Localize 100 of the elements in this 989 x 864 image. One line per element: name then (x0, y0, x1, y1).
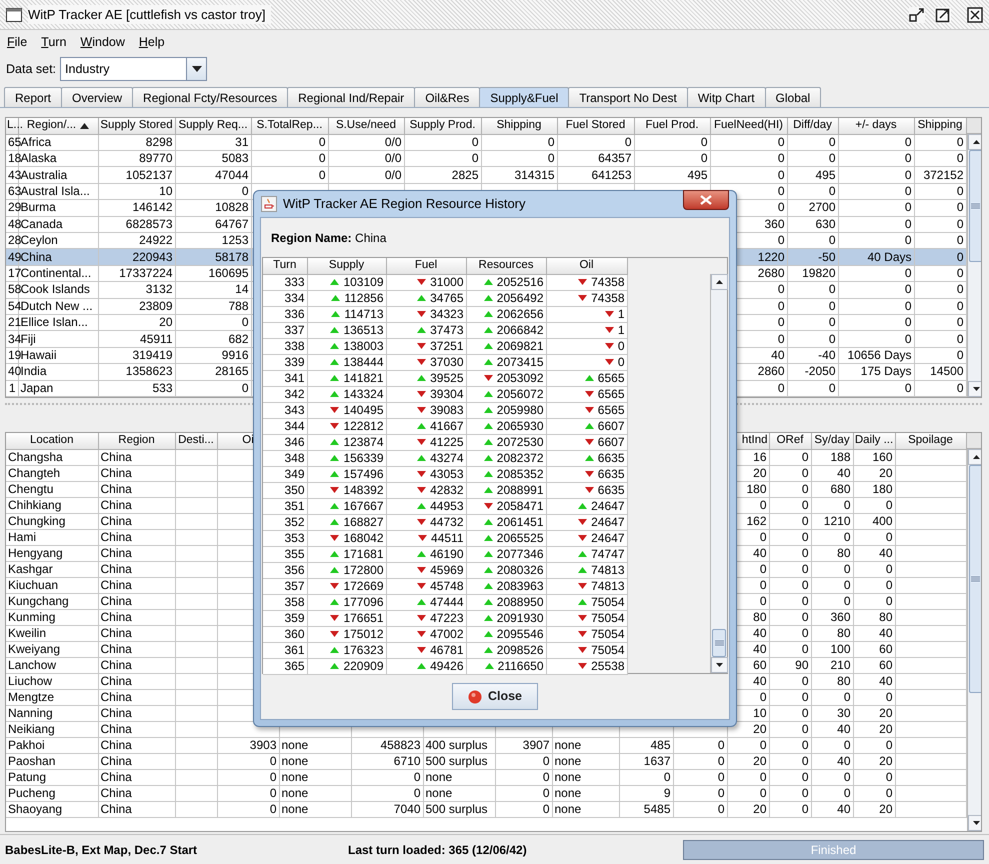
down-arrow-icon[interactable] (968, 815, 981, 831)
scrollbar-thumb[interactable] (968, 465, 981, 693)
table-cell: 39304 (386, 386, 466, 402)
column-header[interactable]: Spoilage (895, 433, 966, 449)
column-header[interactable]: Diff/day (787, 118, 838, 134)
table-cell: Kweilin (6, 625, 98, 641)
table-cell: China (98, 561, 175, 577)
table-cell: 2116650 (466, 658, 546, 674)
column-header[interactable]: FuelNeed(HI) (710, 118, 787, 134)
table-row[interactable]: 65Africa 8298 31 0 0/0 0 0 0 0 0 0 0 0 (6, 134, 966, 150)
column-header[interactable]: Supply Req... (175, 118, 251, 134)
table-cell: 176323 (307, 642, 386, 658)
table-cell: 136513 (307, 322, 386, 338)
column-header[interactable]: ORef (769, 433, 811, 449)
table-cell (895, 785, 966, 801)
column-header[interactable]: Region/... (18, 118, 98, 134)
column-header[interactable]: Desti... (175, 433, 217, 449)
column-header[interactable]: Supply Prod. (404, 118, 481, 134)
table-cell: 0 (251, 166, 328, 184)
tab[interactable]: Regional Fcty/Resources (132, 87, 288, 107)
table-cell: none (279, 769, 351, 785)
column-header[interactable]: Location (6, 433, 98, 449)
tab[interactable]: Supply&Fuel (479, 87, 570, 107)
column-header[interactable]: Sy/day (811, 433, 853, 449)
sort-ascending-icon (80, 122, 90, 129)
table-cell: 20 (853, 465, 895, 481)
table-cell: 630 (787, 216, 838, 232)
down-arrow-icon[interactable] (968, 381, 981, 397)
up-arrow-icon[interactable] (968, 134, 981, 150)
tab[interactable]: Oil&Res (414, 87, 480, 107)
column-header[interactable]: Shipping (914, 118, 966, 134)
tab[interactable]: Report (4, 87, 62, 107)
dataset-dropdown[interactable]: Industry (60, 57, 208, 81)
table-cell: 6635 (546, 482, 627, 498)
column-header[interactable]: Fuel Stored (557, 118, 634, 134)
table-cell: 49426 (386, 658, 466, 674)
column-header[interactable]: Supply (307, 258, 386, 274)
table-cell: 220943 (98, 248, 175, 266)
menu-item[interactable]: File (7, 32, 28, 52)
table-cell: 5485 (619, 801, 673, 817)
table-row[interactable]: 18Alaska 89770 5083 0 0/0 0 0 64357 0 0 0 0 0 (6, 150, 966, 167)
scrollbar[interactable] (966, 134, 981, 397)
scrollbar[interactable] (966, 449, 981, 831)
window-title: WitP Tracker AE [cuttlefish vs castor troy] (28, 4, 272, 24)
column-header[interactable]: Fuel Prod. (634, 118, 710, 134)
column-header[interactable]: Turn (263, 258, 307, 274)
column-header[interactable]: Oil (546, 258, 627, 274)
table-cell: 0 (914, 330, 966, 348)
table-cell: 357 (263, 578, 307, 594)
column-header[interactable]: +/- days (838, 118, 914, 134)
table-cell (895, 753, 966, 769)
column-header[interactable]: Shipping (481, 118, 557, 134)
table-cell: 0 (853, 561, 895, 577)
table-cell: 20 (727, 753, 769, 769)
table-cell: 2053092 (466, 370, 546, 386)
table-cell (895, 593, 966, 609)
scrollbar-thumb[interactable] (968, 150, 981, 262)
column-header[interactable]: Resources (466, 258, 546, 274)
menu-item[interactable]: Turn (41, 32, 66, 52)
tab[interactable]: Witp Chart (686, 87, 766, 107)
table-cell: 8298 (98, 134, 175, 150)
table-cell: 0 (495, 753, 552, 769)
table-cell: 3903 (217, 737, 279, 753)
tab[interactable]: Regional Ind/Repair (287, 87, 416, 107)
tab[interactable]: Transport No Dest (568, 87, 688, 107)
tab[interactable]: Global (764, 87, 822, 107)
table-cell: 495 (787, 166, 838, 184)
close-icon[interactable] (967, 6, 983, 22)
table-cell: 28165 (175, 364, 251, 380)
table-cell: China (98, 497, 175, 513)
table-cell: 30 (811, 705, 853, 721)
tab[interactable]: Overview (61, 87, 134, 107)
maximize-icon[interactable] (935, 6, 951, 22)
column-header[interactable]: Daily ... (853, 433, 895, 449)
table-cell: 349 (263, 466, 307, 482)
table-cell: Changteh (6, 465, 98, 481)
close-button[interactable]: Close (452, 683, 538, 710)
restore-icon[interactable] (909, 6, 925, 22)
column-header[interactable]: S.TotalRep... (251, 118, 328, 134)
table-cell: 0 (811, 737, 853, 753)
table-cell: 6607 (546, 434, 627, 450)
table-cell: 23809 (98, 298, 175, 314)
table-cell: 342 (263, 386, 307, 402)
table-cell: 0 (811, 561, 853, 577)
table-cell: China (98, 801, 175, 817)
scrollbar[interactable] (710, 274, 727, 673)
table-cell: -50 (787, 248, 838, 266)
column-header[interactable]: Supply Stored (98, 118, 175, 134)
column-header[interactable]: Fuel (386, 258, 466, 274)
menu-item[interactable]: Help (138, 32, 165, 52)
table-cell: 122812 (307, 418, 386, 434)
column-header[interactable]: Region (98, 433, 175, 449)
up-arrow-icon[interactable] (968, 449, 981, 465)
scrollbar-thumb[interactable] (712, 629, 726, 657)
close-button[interactable] (683, 190, 729, 210)
table-row[interactable]: 43Australia 1052137 47044 0 0/0 2825 314315 641253 495 0 495 0 372152 (6, 166, 966, 184)
table-cell: 47223 (386, 610, 466, 626)
menu-item[interactable]: Window (80, 32, 125, 52)
table-cell: 0 (481, 134, 557, 150)
column-header[interactable]: S.Use/need (328, 118, 404, 134)
